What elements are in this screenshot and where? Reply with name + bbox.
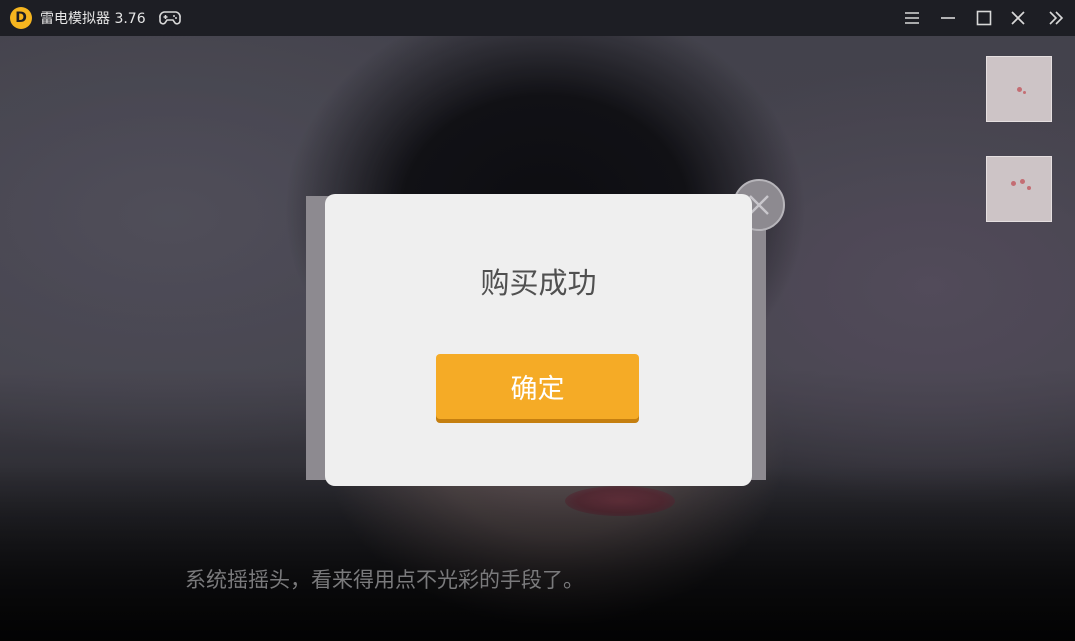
confirm-button[interactable]: 确定 bbox=[436, 354, 639, 419]
close-icon[interactable] bbox=[1006, 6, 1030, 30]
app-title: 雷电模拟器 3.76 bbox=[40, 11, 146, 27]
bottom-gradient bbox=[0, 466, 1075, 641]
thumbnail-card-2[interactable] bbox=[986, 156, 1052, 222]
thumbnail-card-1[interactable] bbox=[986, 56, 1052, 122]
emulator-window: D 雷电模拟器 3.76 购买成功 确定 系统摇摇头，看来得用点不光彩的手段了。 bbox=[0, 0, 1075, 641]
minimize-icon[interactable] bbox=[936, 6, 960, 30]
purchase-success-dialog: 购买成功 确定 bbox=[325, 194, 752, 486]
game-scene[interactable]: 购买成功 确定 系统摇摇头，看来得用点不光彩的手段了。 bbox=[0, 36, 1075, 641]
title-bar: D 雷电模拟器 3.76 bbox=[0, 0, 1075, 36]
maximize-icon[interactable] bbox=[972, 6, 996, 30]
menu-icon[interactable] bbox=[900, 6, 924, 30]
gamepad-icon[interactable] bbox=[158, 9, 182, 27]
dialog-title: 购买成功 bbox=[480, 266, 597, 300]
double-chevron-icon[interactable] bbox=[1044, 6, 1068, 30]
story-subtitle: 系统摇摇头，看来得用点不光彩的手段了。 bbox=[185, 568, 584, 592]
app-logo-icon: D bbox=[10, 7, 32, 29]
logo-glyph: D bbox=[15, 10, 27, 26]
